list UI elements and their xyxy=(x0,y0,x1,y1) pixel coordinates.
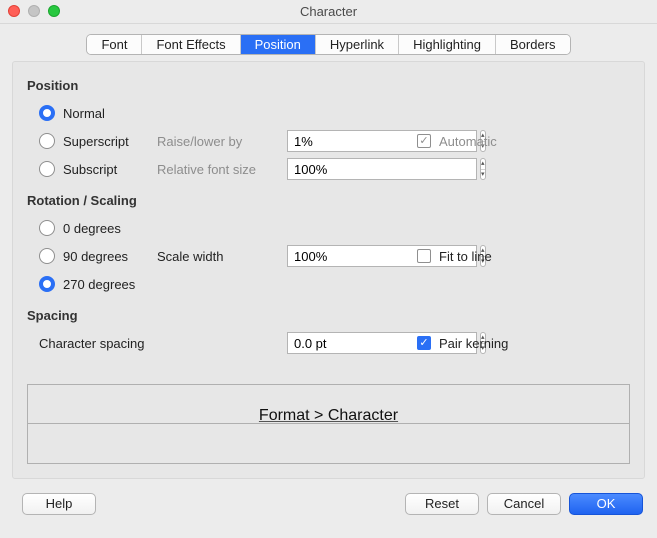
close-icon[interactable] xyxy=(8,5,20,17)
tab-highlighting[interactable]: Highlighting xyxy=(399,35,496,54)
tab-font[interactable]: Font xyxy=(87,35,142,54)
pair-kerning-label: Pair kerning xyxy=(439,336,508,351)
char-spacing-label: Character spacing xyxy=(27,336,287,351)
fit-to-line-label: Fit to line xyxy=(439,249,492,264)
group-position-title: Position xyxy=(27,78,630,93)
radio-subscript-label: Subscript xyxy=(63,162,117,177)
reset-button[interactable]: Reset xyxy=(405,493,479,515)
radio-0-degrees[interactable] xyxy=(39,220,55,236)
window-controls xyxy=(8,5,60,17)
pair-kerning-checkbox[interactable] xyxy=(417,336,431,350)
minimize-icon[interactable] xyxy=(28,5,40,17)
tab-segmented-control: Font Font Effects Position Hyperlink Hig… xyxy=(86,34,570,55)
fit-to-line-checkbox[interactable] xyxy=(417,249,431,263)
button-bar: Help Reset Cancel OK xyxy=(0,485,657,523)
raise-lower-label: Raise/lower by xyxy=(157,134,287,149)
preview-area: Format > Character xyxy=(27,384,630,464)
tab-borders[interactable]: Borders xyxy=(496,35,570,54)
radio-0-degrees-label: 0 degrees xyxy=(63,221,121,236)
tab-position[interactable]: Position xyxy=(241,35,316,54)
scale-width-label: Scale width xyxy=(157,249,287,264)
tab-bar: Font Font Effects Position Hyperlink Hig… xyxy=(0,24,657,61)
radio-superscript-label: Superscript xyxy=(63,134,129,149)
radio-90-degrees[interactable] xyxy=(39,248,55,264)
relative-size-stepper[interactable]: ▴▾ xyxy=(480,158,486,180)
radio-270-degrees[interactable] xyxy=(39,276,55,292)
content-panel: Position Normal Superscript Raise/lower … xyxy=(12,61,645,479)
help-button[interactable]: Help xyxy=(22,493,96,515)
ok-button[interactable]: OK xyxy=(569,493,643,515)
radio-270-degrees-label: 270 degrees xyxy=(63,277,135,292)
zoom-icon[interactable] xyxy=(48,5,60,17)
group-spacing-title: Spacing xyxy=(27,308,630,323)
radio-normal-label: Normal xyxy=(63,106,105,121)
relative-size-label: Relative font size xyxy=(157,162,287,177)
tab-hyperlink[interactable]: Hyperlink xyxy=(316,35,399,54)
radio-normal[interactable] xyxy=(39,105,55,121)
radio-superscript[interactable] xyxy=(39,133,55,149)
tab-font-effects[interactable]: Font Effects xyxy=(142,35,240,54)
relative-size-input[interactable] xyxy=(287,158,477,180)
radio-subscript[interactable] xyxy=(39,161,55,177)
automatic-label: Automatic xyxy=(439,134,497,149)
cancel-button[interactable]: Cancel xyxy=(487,493,561,515)
group-rotation-title: Rotation / Scaling xyxy=(27,193,630,208)
automatic-checkbox[interactable] xyxy=(417,134,431,148)
window-title: Character xyxy=(0,0,657,24)
radio-90-degrees-label: 90 degrees xyxy=(63,249,128,264)
titlebar: Character xyxy=(0,0,657,24)
